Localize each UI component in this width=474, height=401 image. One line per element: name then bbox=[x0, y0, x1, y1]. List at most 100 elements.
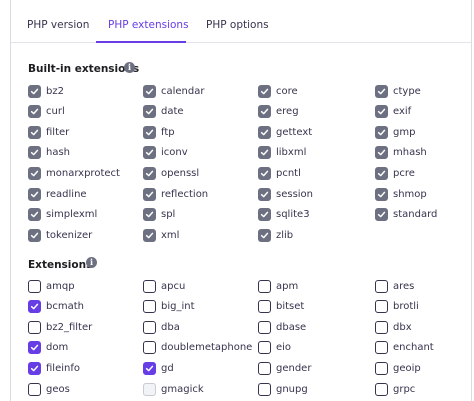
checkbox[interactable] bbox=[143, 84, 156, 98]
checkbox[interactable] bbox=[28, 105, 41, 119]
checkbox[interactable] bbox=[375, 208, 388, 222]
tab-php-version[interactable]: PHP version bbox=[27, 19, 89, 31]
checkbox[interactable] bbox=[258, 228, 271, 242]
extension-checkbox-item[interactable]: ctype bbox=[375, 84, 421, 98]
checkbox[interactable] bbox=[258, 166, 271, 180]
extension-checkbox-item[interactable]: sqlite3 bbox=[258, 208, 310, 222]
checkbox[interactable] bbox=[143, 125, 156, 139]
extension-checkbox-item[interactable]: bz2_filter bbox=[28, 320, 92, 334]
checkbox[interactable] bbox=[258, 320, 271, 334]
extension-checkbox-item[interactable]: monarxprotect bbox=[28, 166, 120, 180]
checkbox[interactable] bbox=[375, 300, 388, 314]
extension-checkbox-item[interactable]: exif bbox=[375, 105, 411, 119]
checkbox[interactable] bbox=[143, 361, 156, 375]
extension-checkbox-item[interactable]: date bbox=[143, 105, 184, 119]
checkbox[interactable] bbox=[375, 105, 388, 119]
extension-checkbox-item[interactable]: reflection bbox=[143, 187, 208, 201]
checkbox[interactable] bbox=[375, 146, 388, 160]
extension-checkbox-item[interactable]: ares bbox=[375, 279, 414, 293]
extension-checkbox-item[interactable]: libxml bbox=[258, 146, 306, 160]
checkbox[interactable] bbox=[258, 146, 271, 160]
extension-checkbox-item[interactable]: iconv bbox=[143, 146, 188, 160]
extension-checkbox-item[interactable]: shmop bbox=[375, 187, 427, 201]
checkbox[interactable] bbox=[143, 320, 156, 334]
extension-checkbox-item[interactable]: session bbox=[258, 187, 313, 201]
checkbox[interactable] bbox=[143, 105, 156, 119]
extension-checkbox-item[interactable]: apm bbox=[258, 279, 298, 293]
tab-php-options[interactable]: PHP options bbox=[206, 19, 269, 31]
checkbox[interactable] bbox=[28, 382, 41, 396]
extension-checkbox-item[interactable]: openssl bbox=[143, 166, 199, 180]
checkbox[interactable] bbox=[28, 84, 41, 98]
extension-checkbox-item[interactable]: dbase bbox=[258, 320, 306, 334]
extension-checkbox-item[interactable]: gender bbox=[258, 361, 311, 375]
checkbox[interactable] bbox=[258, 361, 271, 375]
extension-checkbox-item[interactable]: calendar bbox=[143, 84, 204, 98]
extension-checkbox-item[interactable]: fileinfo bbox=[28, 361, 80, 375]
checkbox[interactable] bbox=[28, 300, 41, 314]
checkbox[interactable] bbox=[143, 166, 156, 180]
checkbox[interactable] bbox=[375, 382, 388, 396]
checkbox[interactable] bbox=[143, 341, 156, 355]
checkbox[interactable] bbox=[28, 187, 41, 201]
extension-checkbox-item[interactable]: gmp bbox=[375, 125, 415, 139]
checkbox[interactable] bbox=[143, 279, 156, 293]
extension-checkbox-item[interactable]: amqp bbox=[28, 279, 75, 293]
info-icon[interactable]: i bbox=[124, 62, 135, 73]
extension-checkbox-item[interactable]: bz2 bbox=[28, 84, 64, 98]
extension-checkbox-item[interactable]: tokenizer bbox=[28, 228, 92, 242]
extension-checkbox-item[interactable]: big_int bbox=[143, 300, 195, 314]
extension-checkbox-item[interactable]: ereg bbox=[258, 105, 299, 119]
extension-checkbox-item[interactable]: dba bbox=[143, 320, 180, 334]
extension-checkbox-item[interactable]: apcu bbox=[143, 279, 185, 293]
checkbox[interactable] bbox=[143, 187, 156, 201]
extension-checkbox-item[interactable]: grpc bbox=[375, 382, 415, 396]
checkbox[interactable] bbox=[143, 146, 156, 160]
extension-checkbox-item[interactable]: xml bbox=[143, 228, 179, 242]
checkbox[interactable] bbox=[258, 300, 271, 314]
extension-checkbox-item[interactable]: dom bbox=[28, 341, 68, 355]
checkbox[interactable] bbox=[28, 320, 41, 334]
extension-checkbox-item[interactable]: mhash bbox=[375, 146, 427, 160]
extension-checkbox-item[interactable]: ftp bbox=[143, 125, 175, 139]
checkbox[interactable] bbox=[143, 382, 156, 396]
checkbox[interactable] bbox=[375, 187, 388, 201]
checkbox[interactable] bbox=[258, 341, 271, 355]
extension-checkbox-item[interactable]: geos bbox=[28, 382, 70, 396]
checkbox[interactable] bbox=[28, 361, 41, 375]
extension-checkbox-item[interactable]: gnupg bbox=[258, 382, 308, 396]
extension-checkbox-item[interactable]: filter bbox=[28, 125, 69, 139]
checkbox[interactable] bbox=[375, 166, 388, 180]
extension-checkbox-item[interactable]: geoip bbox=[375, 361, 421, 375]
extension-checkbox-item[interactable]: gettext bbox=[258, 125, 312, 139]
extension-checkbox-item[interactable]: standard bbox=[375, 208, 437, 222]
checkbox[interactable] bbox=[375, 84, 388, 98]
checkbox[interactable] bbox=[28, 208, 41, 222]
checkbox[interactable] bbox=[258, 279, 271, 293]
extension-checkbox-item[interactable]: hash bbox=[28, 146, 70, 160]
extension-checkbox-item[interactable]: readline bbox=[28, 187, 87, 201]
checkbox[interactable] bbox=[143, 208, 156, 222]
extension-checkbox-item[interactable]: spl bbox=[143, 208, 175, 222]
extension-checkbox-item[interactable]: pcntl bbox=[258, 166, 301, 180]
checkbox[interactable] bbox=[258, 125, 271, 139]
checkbox[interactable] bbox=[375, 320, 388, 334]
extension-checkbox-item[interactable]: gd bbox=[143, 361, 174, 375]
info-icon[interactable]: i bbox=[86, 257, 97, 268]
checkbox[interactable] bbox=[258, 84, 271, 98]
checkbox[interactable] bbox=[28, 125, 41, 139]
checkbox[interactable] bbox=[375, 125, 388, 139]
checkbox[interactable] bbox=[375, 361, 388, 375]
extension-checkbox-item[interactable]: enchant bbox=[375, 341, 434, 355]
extension-checkbox-item[interactable]: curl bbox=[28, 105, 65, 119]
extension-checkbox-item[interactable]: zlib bbox=[258, 228, 293, 242]
extension-checkbox-item[interactable]: gmagick bbox=[143, 382, 204, 396]
checkbox[interactable] bbox=[28, 279, 41, 293]
checkbox[interactable] bbox=[28, 146, 41, 160]
checkbox[interactable] bbox=[258, 105, 271, 119]
checkbox[interactable] bbox=[28, 341, 41, 355]
checkbox[interactable] bbox=[28, 166, 41, 180]
extension-checkbox-item[interactable]: simplexml bbox=[28, 208, 97, 222]
checkbox[interactable] bbox=[258, 382, 271, 396]
checkbox[interactable] bbox=[143, 300, 156, 314]
